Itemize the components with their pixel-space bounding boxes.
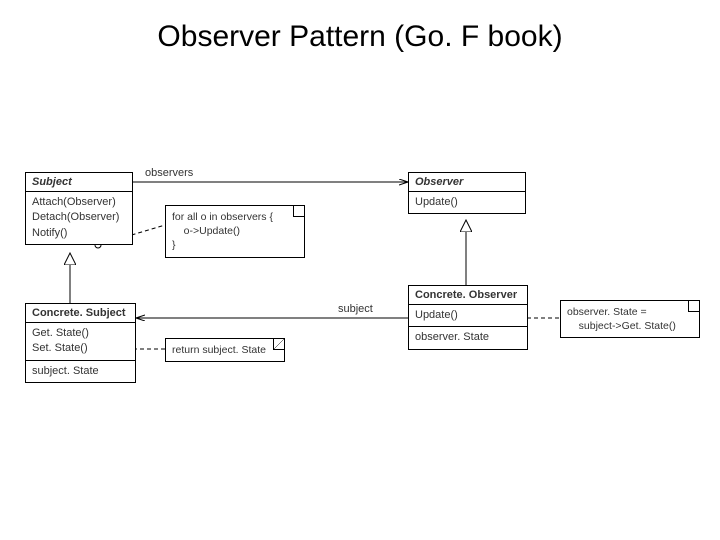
label-subject: subject xyxy=(338,303,373,315)
class-concrete-subject: Concrete. Subject Get. State() Set. Stat… xyxy=(25,303,136,383)
class-subject-ops: Attach(Observer) Detach(Observer) Notify… xyxy=(26,192,132,244)
class-concrete-subject-attrs: subject. State xyxy=(26,361,135,382)
class-observer: Observer Update() xyxy=(408,172,526,214)
class-concrete-subject-ops: Get. State() Set. State() xyxy=(26,323,135,361)
note-line: for all o in observers { xyxy=(172,210,298,224)
op: Detach(Observer) xyxy=(32,210,126,225)
op: Get. State() xyxy=(32,326,129,341)
class-subject-name: Subject xyxy=(26,173,132,192)
op: Set. State() xyxy=(32,341,129,356)
class-concrete-observer-name: Concrete. Observer xyxy=(409,286,527,305)
note-line: return subject. State xyxy=(172,343,278,357)
note-line: observer. State = xyxy=(567,305,693,319)
attr: observer. State xyxy=(415,330,521,345)
connectors xyxy=(0,0,720,540)
note-getstate: return subject. State xyxy=(165,338,285,362)
diagram-canvas: Subject Attach(Observer) Detach(Observer… xyxy=(0,0,720,540)
class-observer-ops: Update() xyxy=(409,192,525,213)
attr: subject. State xyxy=(32,364,129,379)
class-subject: Subject Attach(Observer) Detach(Observer… xyxy=(25,172,133,245)
note-line: } xyxy=(172,238,298,252)
note-update: observer. State = subject->Get. State() xyxy=(560,300,700,338)
class-concrete-observer-ops: Update() xyxy=(409,305,527,327)
note-line: subject->Get. State() xyxy=(567,319,693,333)
label-observers: observers xyxy=(145,167,193,179)
op: Attach(Observer) xyxy=(32,195,126,210)
op: Notify() xyxy=(32,226,126,241)
class-concrete-observer-attrs: observer. State xyxy=(409,327,527,348)
op: Update() xyxy=(415,308,521,323)
note-line: o->Update() xyxy=(172,224,298,238)
class-concrete-subject-name: Concrete. Subject xyxy=(26,304,135,323)
note-notify: for all o in observers { o->Update() } xyxy=(165,205,305,258)
class-observer-name: Observer xyxy=(409,173,525,192)
op: Update() xyxy=(415,195,519,210)
class-concrete-observer: Concrete. Observer Update() observer. St… xyxy=(408,285,528,350)
